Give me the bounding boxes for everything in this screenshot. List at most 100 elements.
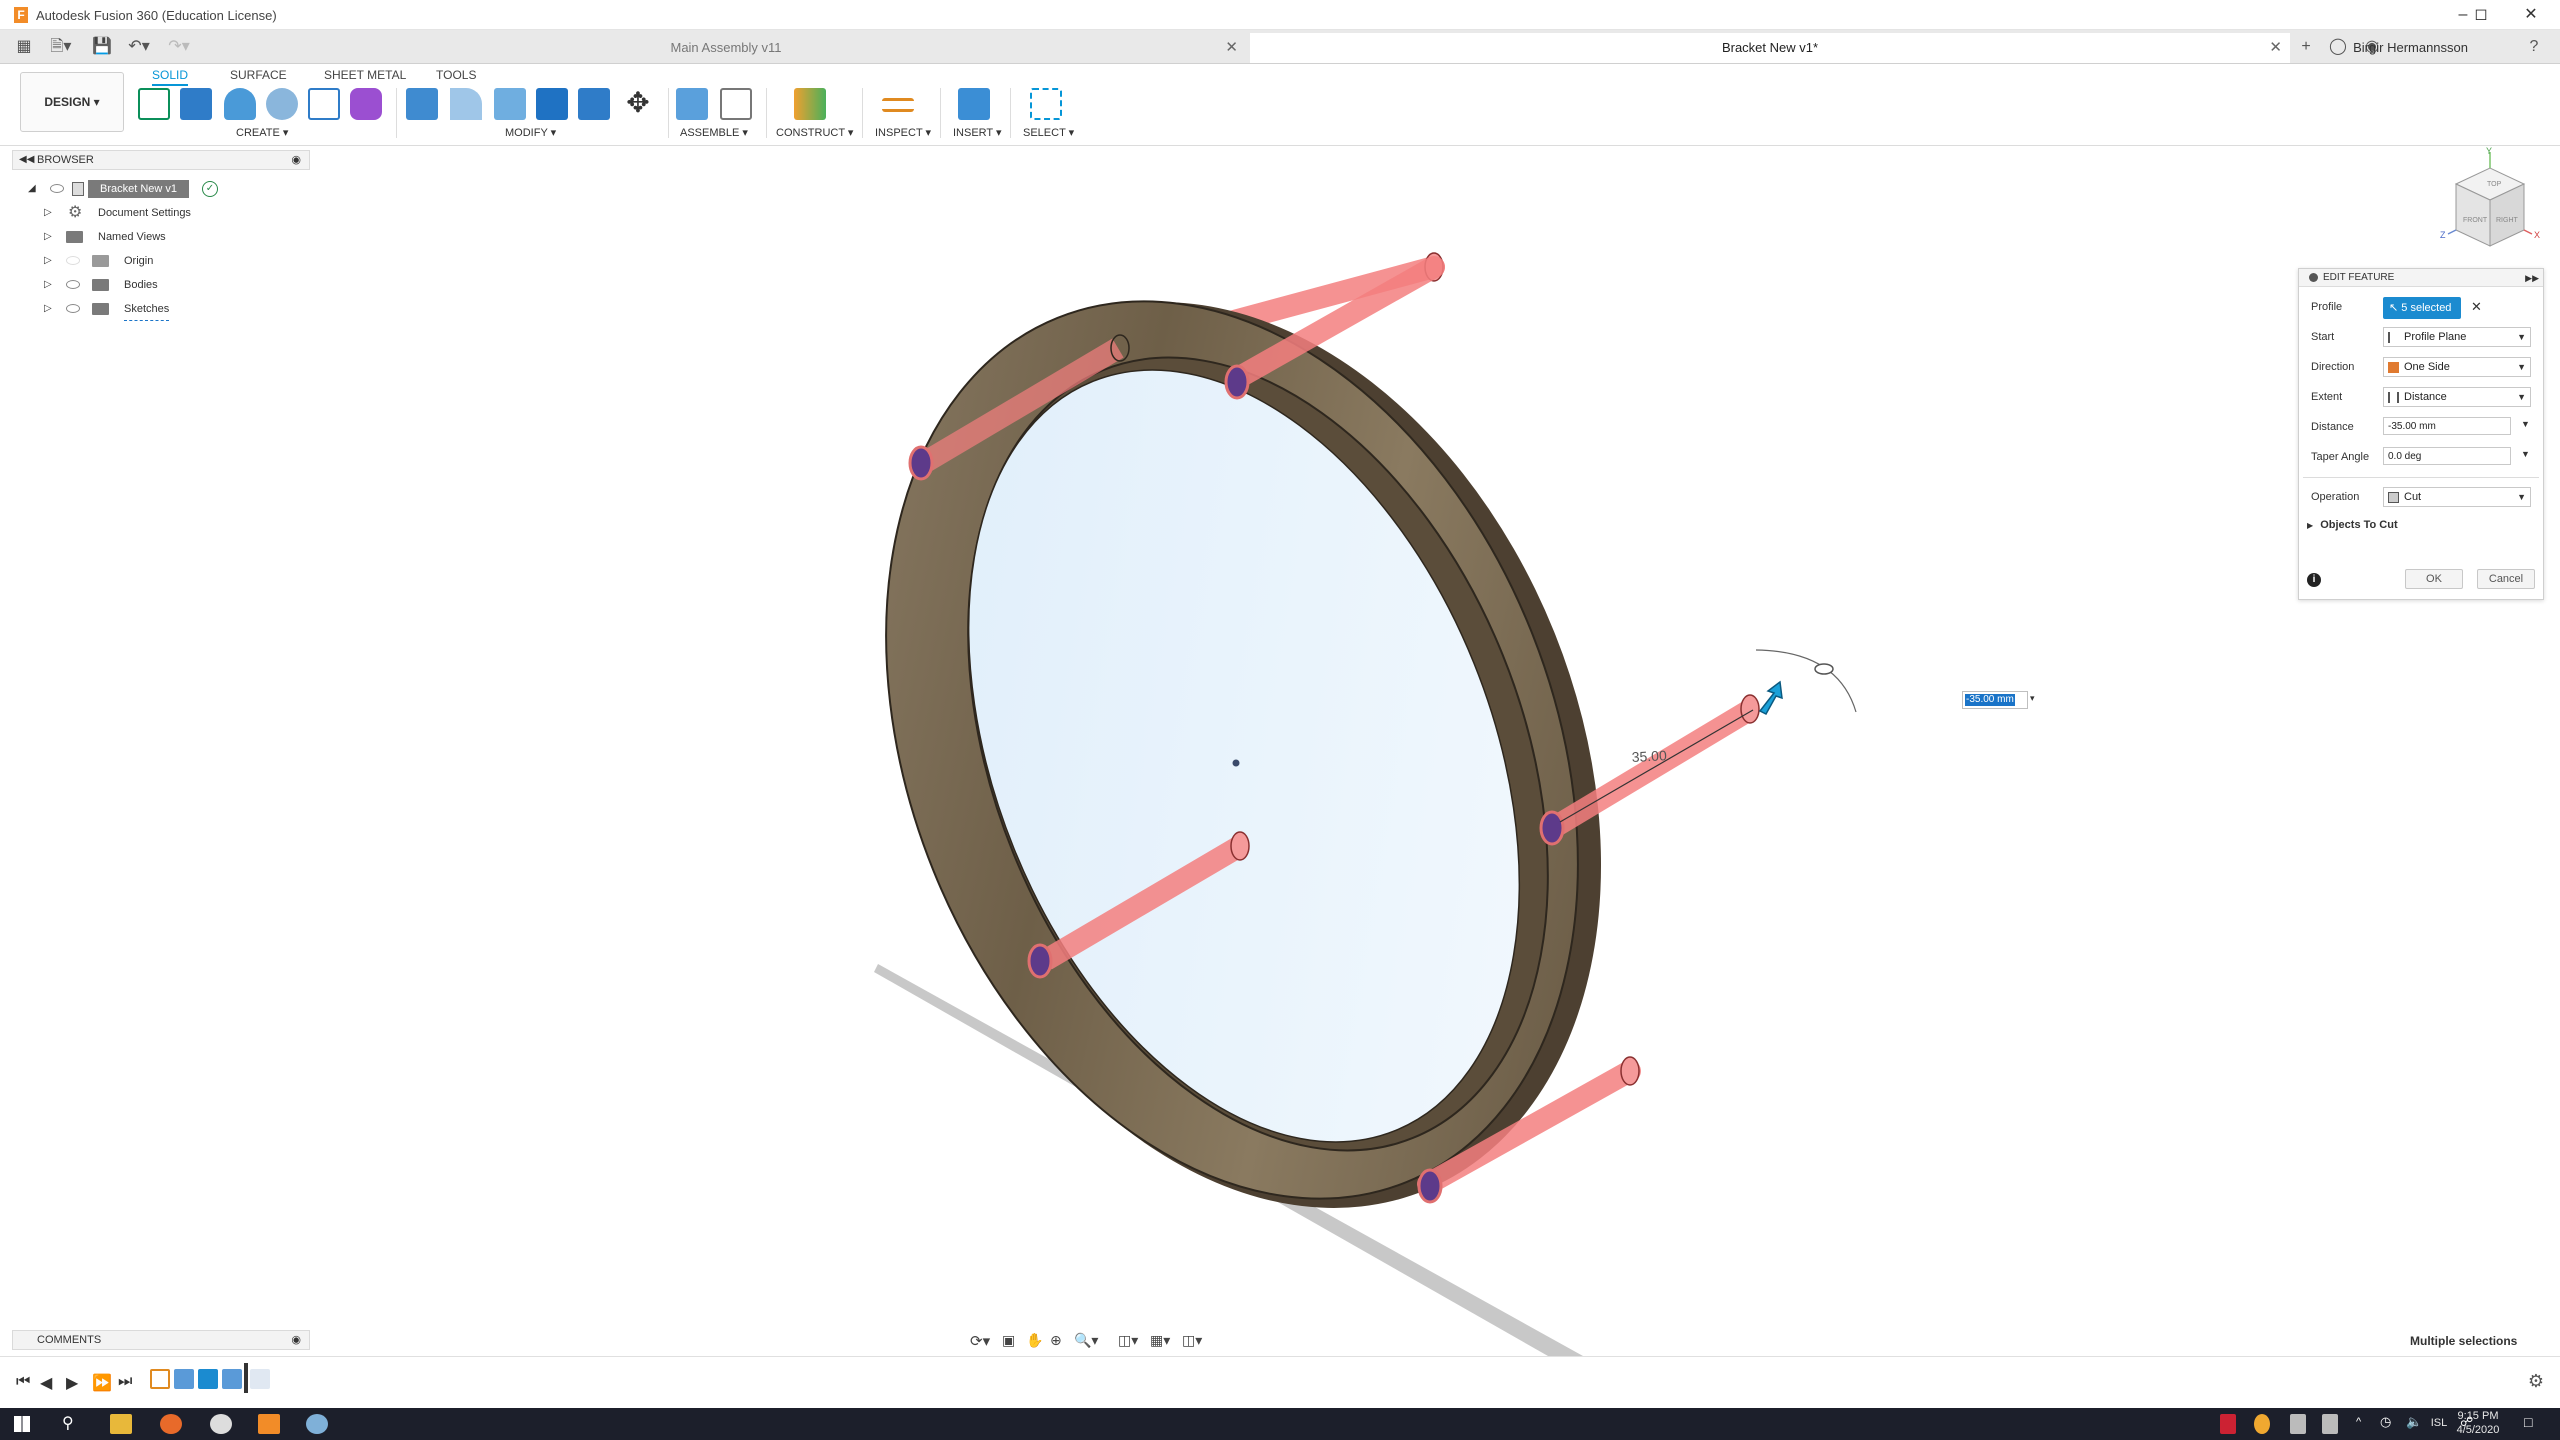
browser-item-named-views[interactable]: ▷ Named Views xyxy=(44,226,244,248)
orbit-icon[interactable]: ⟳▾ xyxy=(970,1332,990,1350)
timeline-feature-icon[interactable] xyxy=(222,1369,242,1389)
user-name[interactable]: Birgir Hermannsson xyxy=(2353,40,2468,55)
timeline-feature-icon[interactable] xyxy=(174,1369,194,1389)
create-form-icon[interactable] xyxy=(350,88,382,120)
rectangular-pattern-icon[interactable] xyxy=(308,88,340,120)
distance-input[interactable] xyxy=(2383,417,2511,435)
chamfer-icon[interactable] xyxy=(494,88,526,120)
tab-bracket-new[interactable]: Bracket New v1* ✕ xyxy=(1250,33,2290,63)
cancel-button[interactable]: Cancel xyxy=(2477,569,2535,589)
step-back-icon[interactable]: ◀ xyxy=(40,1373,52,1393)
play-icon[interactable]: ▶ xyxy=(66,1373,78,1393)
help-icon[interactable]: ? xyxy=(2522,37,2546,57)
offset-plane-icon[interactable] xyxy=(794,88,826,120)
close-tab-icon[interactable]: ✕ xyxy=(2269,33,2282,63)
clock[interactable]: 9:15 PM 4/5/2020 xyxy=(2442,1410,2514,1438)
move-icon[interactable]: ✥ xyxy=(622,88,654,120)
profile-selection-button[interactable]: ↖ 5 selected xyxy=(2383,297,2461,319)
step-forward-icon[interactable]: ⏩ xyxy=(92,1373,112,1393)
tab-surface[interactable]: SURFACE xyxy=(230,68,287,82)
clear-selection-icon[interactable]: ✕ xyxy=(2471,299,2482,315)
viewport-scene[interactable]: 35.00 TOP FRONT RIGHT Y Z X xyxy=(8,146,2560,1356)
pan-icon[interactable]: ✋ xyxy=(1026,1332,1043,1349)
look-at-icon[interactable]: ▣ xyxy=(1002,1332,1015,1349)
assemble-menu[interactable]: ASSEMBLE ▾ xyxy=(680,126,748,139)
undo-icon[interactable]: ↶▾ xyxy=(124,37,154,57)
revolve-icon[interactable] xyxy=(224,88,256,120)
distance-dropdown-icon[interactable]: ▼ xyxy=(2521,419,2530,429)
search-icon[interactable]: ⚲ xyxy=(62,1413,74,1433)
firefox-icon[interactable] xyxy=(160,1414,182,1434)
workspace-switcher[interactable]: DESIGN ▾ xyxy=(20,72,124,132)
expand-triangle-icon[interactable]: ▷ xyxy=(44,274,52,296)
distance-heads-up-input[interactable]: -35.00 mm xyxy=(1962,691,2028,709)
joint-icon[interactable] xyxy=(720,88,752,120)
select-window-icon[interactable] xyxy=(1030,88,1062,120)
go-to-end-icon[interactable]: ⏭ xyxy=(118,1373,132,1391)
tray-app-icon[interactable] xyxy=(2254,1414,2270,1434)
browser-item-document-settings[interactable]: ▷ ⚙ Document Settings xyxy=(44,202,244,224)
app-taskbar-icon[interactable] xyxy=(306,1414,328,1434)
display-settings-icon[interactable]: ◫▾ xyxy=(1118,1332,1138,1349)
heads-up-dropdown-icon[interactable]: ▾ xyxy=(2030,693,2035,704)
insert-menu[interactable]: INSERT ▾ xyxy=(953,126,1002,139)
maximize-button[interactable]: ◻ xyxy=(2466,4,2496,26)
chevron-up-icon[interactable]: ^ xyxy=(2356,1416,2361,1428)
wifi-icon[interactable]: ◷ xyxy=(2380,1414,2391,1430)
browser-item-sketches[interactable]: ▷ Sketches xyxy=(44,298,244,321)
expand-triangle-icon[interactable]: ▷ xyxy=(44,202,52,224)
fillet-icon[interactable] xyxy=(450,88,482,120)
new-component-icon[interactable] xyxy=(676,88,708,120)
comments-pin-icon[interactable]: ◉ xyxy=(291,1331,301,1349)
create-sketch-icon[interactable] xyxy=(138,88,170,120)
timeline-settings-icon[interactable]: ⚙ xyxy=(2528,1371,2544,1392)
offset-face-icon[interactable] xyxy=(578,88,610,120)
browser-item-bodies[interactable]: ▷ Bodies xyxy=(44,274,244,296)
expand-panel-icon[interactable]: ▶▶ xyxy=(2525,269,2539,287)
create-menu[interactable]: CREATE ▾ xyxy=(236,126,288,139)
visibility-eye-icon[interactable] xyxy=(66,256,80,265)
browser-item-origin[interactable]: ▷ Origin xyxy=(44,250,244,272)
visibility-eye-icon[interactable] xyxy=(66,280,80,289)
new-tab-icon[interactable]: + xyxy=(2294,37,2318,57)
battery-icon[interactable] xyxy=(2322,1414,2338,1434)
browser-root-item[interactable]: ◢ Bracket New v1 ✓ xyxy=(28,178,228,200)
distance-drag-arrow-icon[interactable] xyxy=(1758,680,1783,715)
timeline-marker[interactable] xyxy=(244,1363,248,1393)
collapse-icon[interactable]: ◀◀ xyxy=(19,151,34,169)
zoom-icon[interactable]: ⊕ xyxy=(1050,1332,1062,1349)
comments-header[interactable]: COMMENTS ◉ xyxy=(12,1330,310,1350)
browser-pin-icon[interactable]: ◉ xyxy=(291,151,301,169)
file-explorer-icon[interactable] xyxy=(110,1414,132,1434)
file-menu-icon[interactable]: 🗎▾ xyxy=(46,37,76,57)
media-app-icon[interactable] xyxy=(210,1414,232,1434)
hole-icon[interactable] xyxy=(266,88,298,120)
grid-apps-icon[interactable]: ▦ xyxy=(14,37,34,57)
inspect-menu[interactable]: INSPECT ▾ xyxy=(875,126,931,139)
operation-dropdown[interactable]: Cut ▼ xyxy=(2383,487,2531,507)
collapse-triangle-icon[interactable]: ◢ xyxy=(28,178,36,200)
objects-to-cut-toggle[interactable]: ▶ Objects To Cut xyxy=(2307,519,2398,531)
direction-dropdown[interactable]: One Side ▼ xyxy=(2383,357,2531,377)
combine-icon[interactable] xyxy=(536,88,568,120)
timeline-sketch-icon[interactable] xyxy=(150,1369,170,1389)
volume-icon[interactable]: 🔈 xyxy=(2406,1414,2422,1430)
redo-icon[interactable]: ↷▾ xyxy=(164,37,194,57)
select-menu[interactable]: SELECT ▾ xyxy=(1023,126,1074,139)
tab-tools[interactable]: TOOLS xyxy=(436,68,476,82)
taper-dropdown-icon[interactable]: ▼ xyxy=(2521,449,2530,459)
start-windows-icon[interactable] xyxy=(14,1416,30,1432)
ok-button[interactable]: OK xyxy=(2405,569,2463,589)
insert-image-icon[interactable] xyxy=(958,88,990,120)
save-icon[interactable]: 💾 xyxy=(92,37,112,57)
edit-feature-header[interactable]: EDIT FEATURE ▶▶ xyxy=(2299,269,2543,287)
action-center-icon[interactable]: □ xyxy=(2524,1414,2532,1430)
tray-app-icon[interactable] xyxy=(2220,1414,2236,1434)
start-dropdown[interactable]: Profile Plane ▼ xyxy=(2383,327,2531,347)
timeline-extrude-icon[interactable] xyxy=(198,1369,218,1389)
info-icon[interactable]: i xyxy=(2307,573,2321,587)
tab-sheet-metal[interactable]: SHEET METAL xyxy=(324,68,406,82)
grid-settings-icon[interactable]: ▦▾ xyxy=(1150,1332,1170,1349)
close-window-button[interactable]: ✕ xyxy=(2516,4,2546,26)
close-tab-icon[interactable]: ✕ xyxy=(1225,33,1238,63)
